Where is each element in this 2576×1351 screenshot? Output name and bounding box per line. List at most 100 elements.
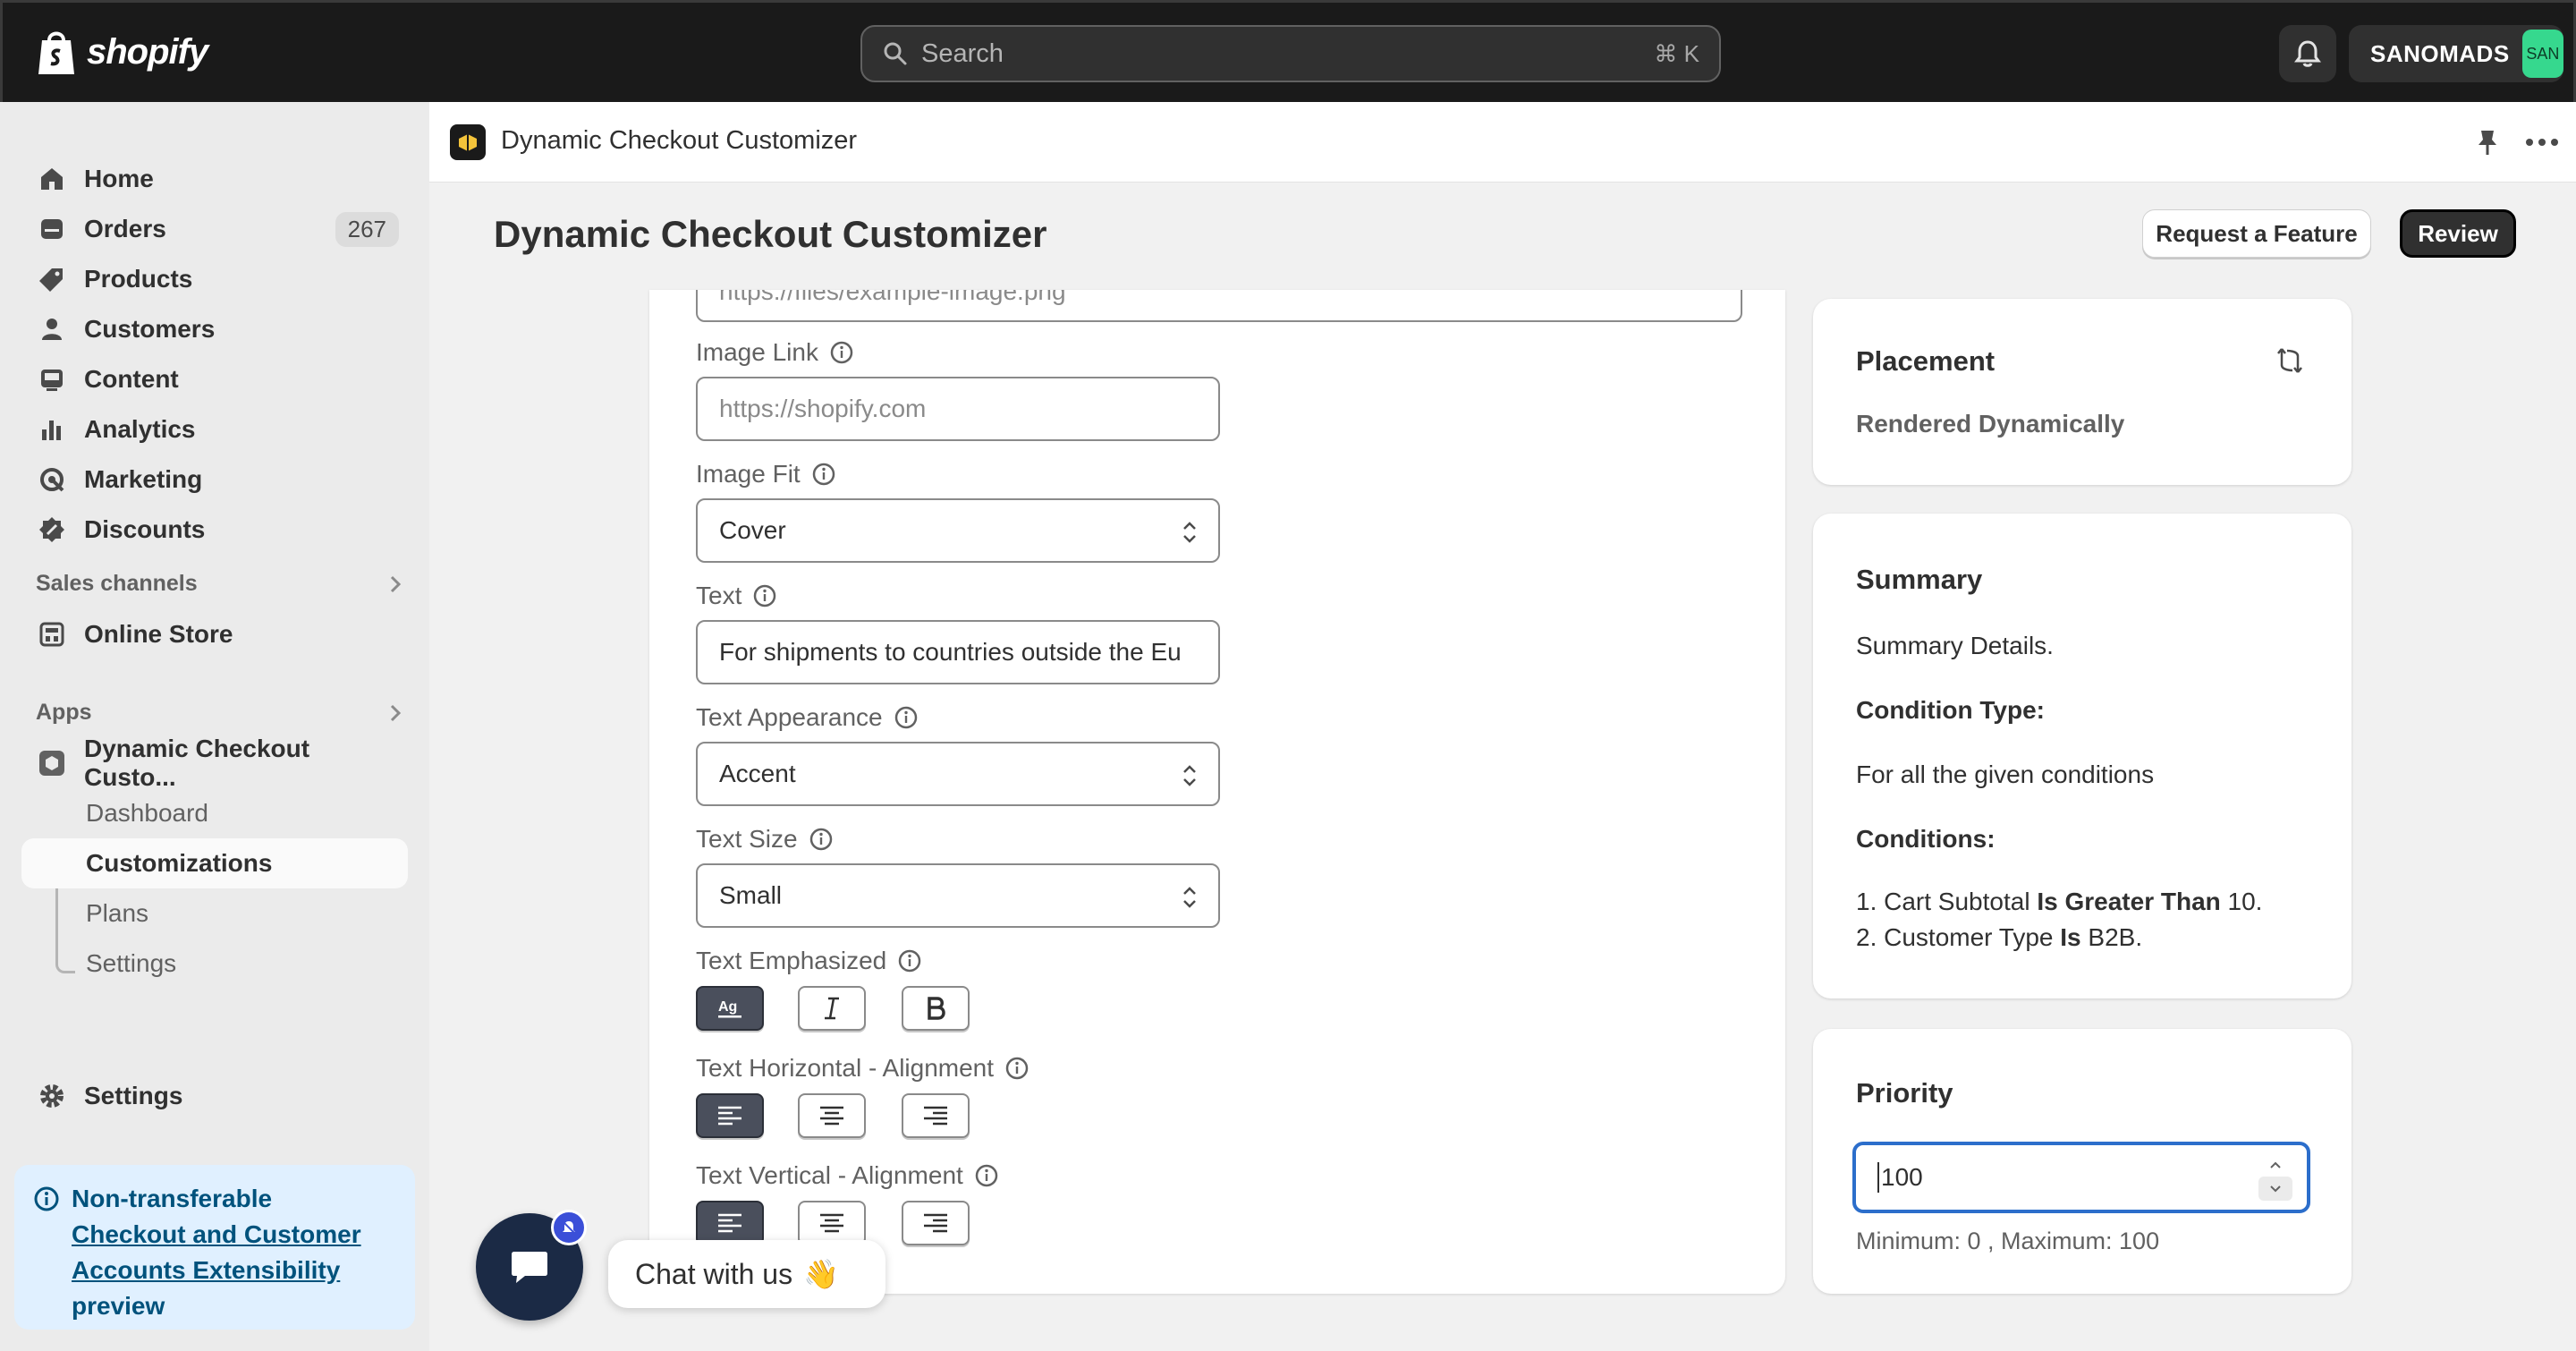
info-icon[interactable] (829, 340, 854, 365)
info-icon[interactable] (894, 705, 919, 730)
app-header: Dynamic Checkout Customizer (429, 102, 2576, 183)
bell-icon (2294, 40, 2321, 67)
sidebar-item-home[interactable]: Home (21, 155, 408, 203)
banner-title: Non-transferable (72, 1185, 273, 1212)
sidebar-item-orders[interactable]: Orders 267 (21, 205, 408, 253)
sidebar-item-products[interactable]: Products (21, 255, 408, 303)
search-bar[interactable]: Search ⌘ K (860, 25, 1721, 82)
banner-suffix: preview (72, 1292, 165, 1320)
store-menu-button[interactable]: SANOMADS SAN (2349, 25, 2563, 82)
h-align-right-toggle[interactable] (902, 1093, 970, 1138)
notifications-button[interactable] (2279, 25, 2336, 82)
select-value: Accent (719, 760, 796, 787)
chat-prompt-bubble[interactable]: Chat with us 👋 (608, 1240, 886, 1308)
analytics-icon (42, 421, 61, 440)
content-icon (41, 370, 63, 391)
image-url-input[interactable]: https://files/example-image.png (696, 290, 1742, 322)
text-size-select[interactable]: Small (696, 863, 1220, 928)
sidebar-item-content[interactable]: Content (21, 355, 408, 404)
summary-card: Summary Summary Details. Condition Type:… (1813, 514, 2351, 998)
app-logo-icon (450, 124, 486, 160)
condition-2-field: 2. Customer Type (1856, 923, 2061, 951)
image-link-label: Image Link (696, 338, 854, 367)
logo-text: shopify (87, 31, 208, 72)
priority-hint: Minimum: 0 , Maximum: 100 (1856, 1228, 2160, 1254)
page-title: Dynamic Checkout Customizer (494, 213, 1047, 255)
conditions-label: Conditions: (1856, 825, 1996, 853)
field-label-text: Text (696, 582, 742, 609)
align-right-icon (924, 1106, 947, 1126)
priority-stepper[interactable] (2258, 1152, 2292, 1202)
customization-form-card: https://files/example-image.png Image Li… (649, 290, 1785, 1294)
sidebar-item-online-store[interactable]: Online Store (21, 610, 408, 659)
condition-type-label: Condition Type: (1856, 696, 2045, 724)
placement-value: Rendered Dynamically (1856, 410, 2125, 438)
sidebar-subitem-dashboard[interactable]: Dashboard (21, 788, 408, 838)
apps-heading[interactable]: Apps (36, 700, 402, 726)
sidebar-item-app[interactable]: Dynamic Checkout Custo... (21, 735, 408, 791)
image-fit-label: Image Fit (696, 460, 836, 489)
info-icon[interactable] (1004, 1056, 1030, 1081)
sidebar-item-discounts[interactable]: Discounts (21, 506, 408, 554)
h-align-center-toggle[interactable] (798, 1093, 866, 1138)
stepper-up-button[interactable] (2258, 1152, 2292, 1177)
sales-channels-heading[interactable]: Sales channels (36, 571, 402, 597)
text-appearance-label: Text Appearance (696, 703, 919, 732)
condition-1-operator: Is Greater Than (2037, 888, 2221, 915)
select-chevron-icon (1183, 765, 1196, 786)
pin-icon[interactable] (2472, 127, 2503, 157)
text-size-label: Text Size (696, 825, 834, 854)
marketing-icon (40, 468, 64, 492)
store-name: SANOMADS (2370, 39, 2510, 67)
text-appearance-select[interactable]: Accent (696, 742, 1220, 806)
swap-icon[interactable] (2275, 345, 2305, 376)
gear-icon (40, 1084, 64, 1108)
v-align-bottom-toggle[interactable] (902, 1201, 970, 1245)
align-middle-icon (820, 1213, 843, 1233)
request-feature-button[interactable]: Request a Feature (2142, 209, 2371, 258)
emphasis-normal-toggle[interactable]: Ag (696, 986, 764, 1031)
text-h-align-label: Text Horizontal - Alignment (696, 1054, 1030, 1083)
sidebar-subitem-plans[interactable]: Plans (21, 888, 408, 939)
sidebar-item-settings[interactable]: Settings (21, 1072, 408, 1120)
sidebar-item-analytics[interactable]: Analytics (21, 405, 408, 454)
info-icon[interactable] (752, 583, 777, 608)
sidebar-item-label: Discounts (84, 515, 206, 543)
app-header-title: Dynamic Checkout Customizer (501, 126, 858, 155)
placement-card: Placement Rendered Dynamically (1813, 299, 2351, 485)
v-align-top-toggle[interactable] (696, 1201, 764, 1245)
info-icon[interactable] (809, 827, 834, 852)
svg-text:Ag: Ag (718, 999, 737, 1015)
chevron-up-icon (2270, 1161, 2281, 1168)
field-label-text: Text Size (696, 825, 798, 853)
image-link-input[interactable]: https://shopify.com (696, 377, 1220, 441)
sidebar-subitem-customizations[interactable]: Customizations (21, 838, 408, 888)
orders-count-badge: 267 (335, 211, 399, 247)
sidebar-item-marketing[interactable]: Marketing (21, 455, 408, 504)
chevron-down-icon (2270, 1185, 2281, 1192)
stepper-down-button[interactable] (2258, 1177, 2292, 1201)
review-button[interactable]: Review (2400, 209, 2516, 258)
shopify-logo[interactable]: shopify (37, 28, 208, 76)
v-align-middle-toggle[interactable] (798, 1201, 866, 1245)
align-bottom-icon (924, 1213, 947, 1233)
field-label-text: Text Appearance (696, 703, 883, 731)
emphasis-italic-toggle[interactable] (798, 986, 866, 1031)
info-icon[interactable] (811, 462, 836, 487)
info-icon[interactable] (974, 1163, 999, 1188)
priority-input[interactable]: 100 (1852, 1142, 2310, 1213)
sidebar-item-customers[interactable]: Customers (21, 305, 408, 353)
placement-title: Placement (1856, 345, 1996, 377)
store-avatar: SAN (2521, 30, 2563, 78)
text-normal-icon: Ag (718, 999, 741, 1018)
image-fit-select[interactable]: Cover (696, 498, 1220, 563)
store-icon (39, 622, 64, 647)
more-options-icon[interactable] (2522, 129, 2562, 156)
info-icon[interactable] (897, 948, 922, 973)
emphasis-bold-toggle[interactable] (902, 986, 970, 1031)
text-input[interactable]: For shipments to countries outside the E… (696, 620, 1220, 684)
h-align-left-toggle[interactable] (696, 1093, 764, 1138)
field-label-text: Image Fit (696, 460, 801, 488)
banner-link[interactable]: Checkout and Customer Accounts Extensibi… (72, 1217, 397, 1288)
sidebar-subitem-settings[interactable]: Settings (21, 939, 408, 989)
